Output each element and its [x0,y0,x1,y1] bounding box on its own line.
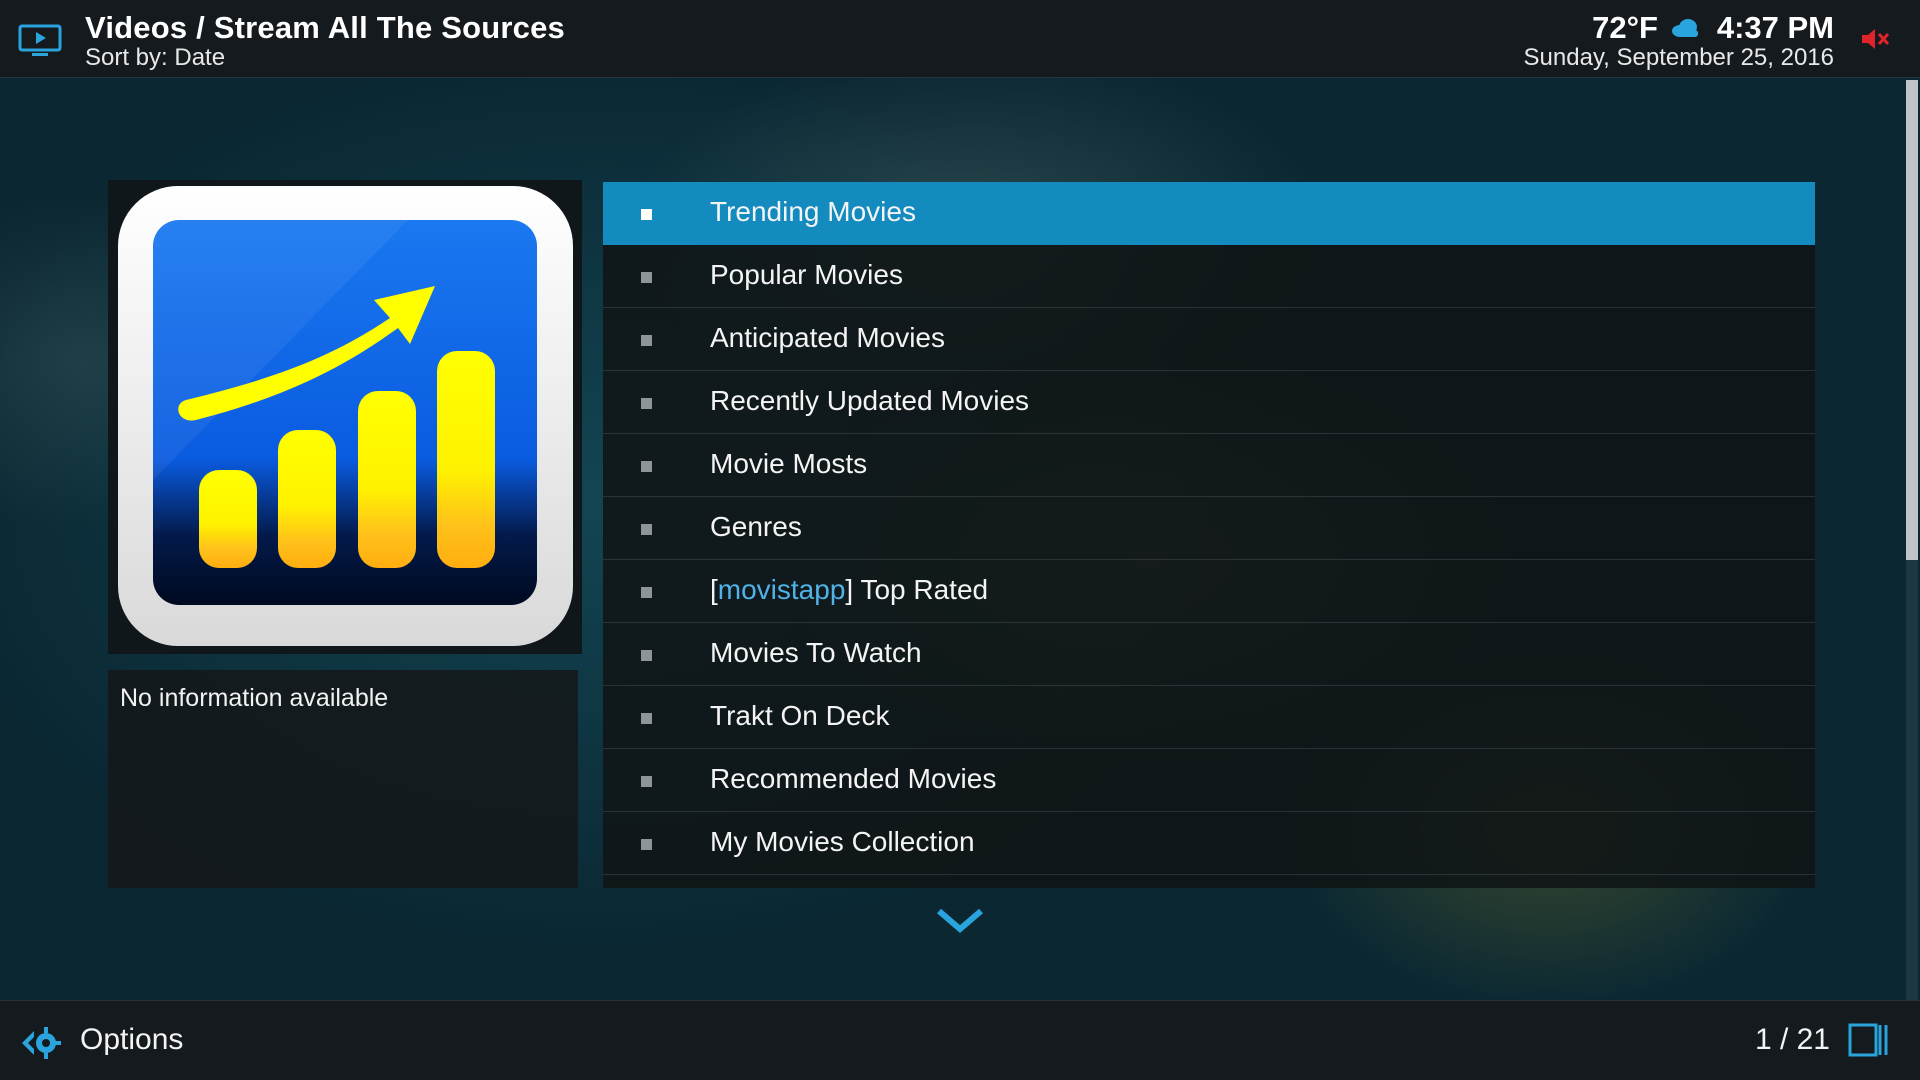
label-prefix: [ [710,574,718,605]
list-item[interactable]: Genres [603,497,1815,560]
bullet-icon [641,272,652,283]
bullet-icon [641,650,652,661]
list-item-label: Movie Mosts [710,448,868,479]
clock-time: 4:37 PM [1716,10,1834,45]
bullet-icon [641,209,652,220]
list-item-label: Anticipated Movies [710,322,946,353]
bullet-icon [641,776,652,787]
list-item-label: [movistapp] Top Rated [710,574,988,606]
label-suffix: ] Top Rated [845,574,989,605]
list-item-label: Recommended Movies [710,763,997,794]
clock-date: Sunday, September 25, 2016 [1523,44,1834,71]
tv-icon [18,24,62,56]
bullet-icon [641,524,652,535]
list-item-label: Trakt On Deck [710,700,890,731]
mute-icon[interactable] [1860,26,1890,52]
list-item[interactable]: Recently Updated Movies [603,371,1815,434]
bottom-bar: Options 1 / 21 [0,1000,1920,1080]
list-item[interactable]: Trakt On Deck [603,686,1815,749]
list-item-label: Popular Movies [710,259,903,290]
info-text: No information available [120,684,389,712]
scroll-down-icon[interactable] [935,905,985,935]
list-item[interactable]: Trending Movies [603,182,1815,245]
list-item[interactable]: My Movies Collection [603,812,1815,875]
bullet-icon [641,335,652,346]
options-button[interactable]: Options [80,1023,183,1057]
list-item-label: Genres [710,511,802,542]
info-panel: No information available [108,670,578,888]
scrollbar-thumb[interactable] [1906,80,1918,560]
bullet-icon [641,713,652,724]
sort-label[interactable]: Sort by: Date [85,44,225,72]
bullet-icon [641,398,652,409]
top-bar: Videos / Stream All The Sources Sort by:… [0,0,1920,78]
bullet-icon [641,587,652,598]
options-icon[interactable] [18,1021,62,1065]
list-item[interactable]: Movie Mosts [603,434,1815,497]
menu-list: Trending Movies Popular Movies Anticipat… [603,182,1815,888]
list-item-label: Recently Updated Movies [710,385,1030,416]
cloud-icon [1672,19,1698,37]
list-item[interactable]: Recommended Movies [603,749,1815,812]
list-item[interactable]: Anticipated Movies [603,308,1815,371]
list-item[interactable]: Popular Movies [603,245,1815,308]
list-item-label: My Movies Collection [710,826,975,857]
bullet-icon [641,461,652,472]
bullet-icon [641,839,652,850]
list-item-label: Trending Movies [710,196,916,227]
page-count: 1 / 21 [1754,1023,1830,1056]
page-title: Videos / Stream All The Sources [85,10,565,45]
pages-icon [1848,1023,1888,1057]
list-item[interactable]: [movistapp] Top Rated [603,560,1815,623]
list-item-label: Movies To Watch [710,637,922,668]
source-tag: movistapp [717,574,846,605]
thumbnail-panel [108,180,582,654]
temperature: 72°F [1592,10,1658,45]
list-item[interactable]: Movies To Watch [603,623,1815,686]
trending-chart-icon [118,186,573,646]
